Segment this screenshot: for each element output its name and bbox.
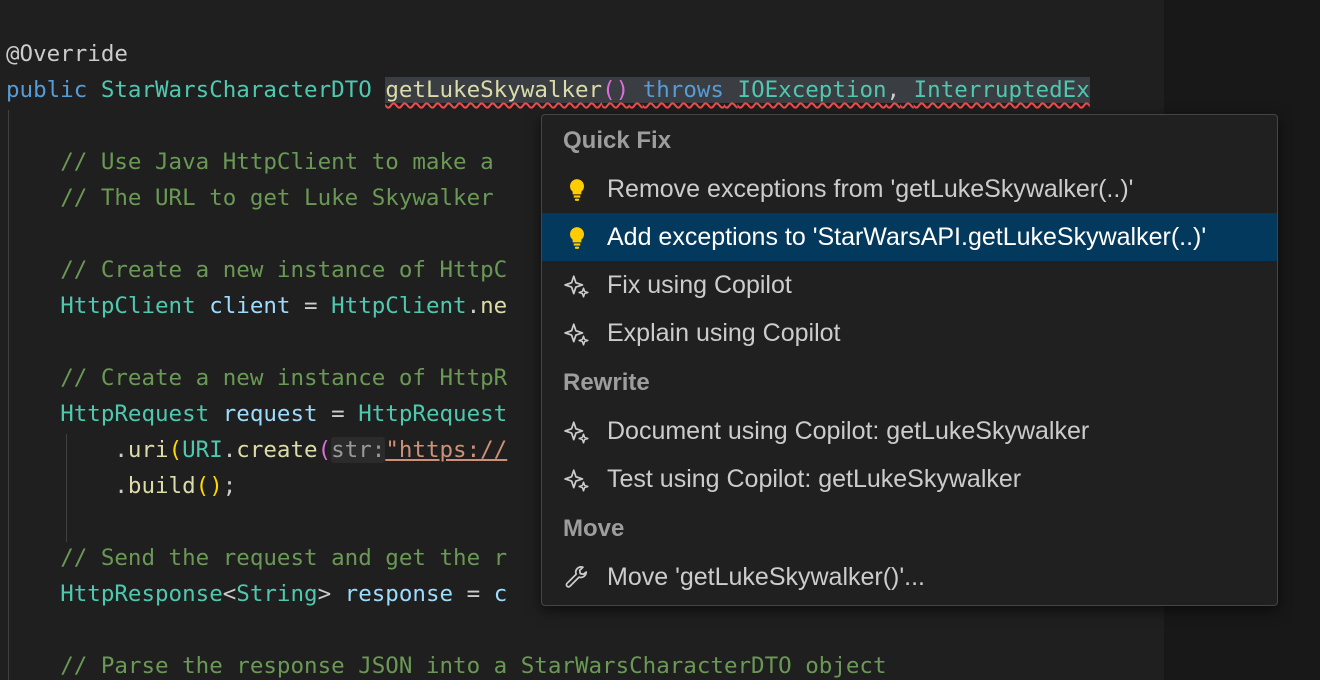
operator: =	[466, 581, 481, 607]
exception-type: InterruptedEx	[913, 77, 1090, 103]
type-name: HttpClient	[331, 293, 467, 319]
menu-item-label: Fix using Copilot	[607, 271, 792, 299]
operator: =	[331, 401, 345, 427]
type-name: URI	[182, 437, 223, 463]
method-parens: ()	[602, 77, 630, 103]
paren: (	[317, 437, 332, 463]
keyword-public: public	[6, 77, 88, 103]
type-name: String	[236, 581, 318, 607]
variable-name: client	[209, 293, 291, 319]
wrench-icon	[565, 566, 588, 588]
method-call: uri	[127, 437, 169, 463]
code-comment: // Create a new instance of HttpR	[60, 365, 508, 391]
dot: .	[222, 437, 237, 463]
sparkle-icon	[564, 323, 589, 346]
menu-item-label: Move 'getLukeSkywalker()'...	[607, 563, 925, 591]
menu-item-explain-using-copilot[interactable]: Explain using Copilot	[542, 309, 1277, 357]
operator: =	[304, 293, 318, 319]
menu-item-label: Add exceptions to 'StarWarsAPI.getLukeSk…	[607, 223, 1207, 251]
section-header-rewrite: Rewrite	[563, 369, 650, 396]
method-call: ne	[480, 293, 508, 319]
code-line: // Parse the response JSON into a StarWa…	[6, 648, 887, 680]
return-type: StarWarsCharacterDTO	[100, 77, 372, 103]
variable-name: request	[222, 401, 318, 427]
variable-name: response	[344, 581, 454, 607]
keyword-throws: throws	[642, 77, 724, 103]
menu-item-label: Remove exceptions from 'getLukeSkywalker…	[607, 175, 1134, 203]
lightbulb-icon	[569, 179, 585, 201]
menu-item-document-using-copilot[interactable]: Document using Copilot: getLukeSkywalker	[542, 407, 1277, 455]
code-comment: // The URL to get Luke Skywalker	[60, 185, 494, 211]
method-call: create	[236, 437, 318, 463]
dot: .	[466, 293, 481, 319]
code-line: .build();	[6, 468, 236, 504]
code-line: // Use Java HttpClient to make a	[6, 144, 494, 180]
semicolon: ;	[222, 473, 237, 499]
code-line: @Override	[6, 36, 128, 72]
paren: (	[168, 437, 183, 463]
operator: >	[317, 581, 332, 607]
type-name: HttpRequest	[60, 401, 210, 427]
parens: ()	[195, 473, 223, 499]
code-line: HttpRequest request = HttpRequest	[6, 396, 507, 432]
type-name: HttpResponse	[60, 581, 223, 607]
annotation: @Override	[6, 41, 128, 67]
sparkle-icon	[564, 275, 589, 298]
sparkle-icon	[564, 421, 589, 444]
method-name: getLukeSkywalker	[385, 77, 603, 103]
string-literal[interactable]: "https://	[385, 437, 507, 463]
section-header-move: Move	[563, 515, 625, 542]
exception-type: IOException	[737, 77, 887, 103]
code-line: .uri(URI.create(str:"https://	[6, 432, 507, 468]
comma: ,	[886, 77, 901, 103]
menu-item-label: Test using Copilot: getLukeSkywalker	[607, 465, 1022, 493]
code-line: // The URL to get Luke Skywalker	[6, 180, 494, 216]
sparkle-icon	[564, 469, 589, 492]
section-header-quick-fix: Quick Fix	[563, 127, 672, 154]
code-line-signature: public StarWarsCharacterDTO getLukeSkywa…	[6, 72, 1090, 108]
type-name: HttpClient	[60, 293, 196, 319]
menu-item-fix-using-copilot[interactable]: Fix using Copilot	[542, 261, 1277, 309]
code-comment: // Send the request and get the r	[60, 545, 508, 571]
variable-name: c	[493, 581, 508, 607]
type-name: HttpRequest	[358, 401, 508, 427]
code-line: // Send the request and get the r	[6, 540, 507, 576]
code-line: HttpResponse<String> response = c	[6, 576, 507, 612]
menu-item-test-using-copilot[interactable]: Test using Copilot: getLukeSkywalker	[542, 455, 1277, 503]
menu-item-remove-exceptions[interactable]: Remove exceptions from 'getLukeSkywalker…	[542, 165, 1277, 213]
method-call: build	[127, 473, 196, 499]
code-line: HttpClient client = HttpClient.ne	[6, 288, 507, 324]
inlay-hint: str:	[331, 437, 386, 463]
operator: <	[222, 581, 237, 607]
code-line: // Create a new instance of HttpC	[6, 252, 507, 288]
menu-item-label: Explain using Copilot	[607, 319, 841, 347]
code-comment: // Parse the response JSON into a StarWa…	[60, 653, 887, 679]
quick-fix-menu: Quick Fix Remove exceptions from 'getLuk…	[541, 114, 1278, 606]
code-comment: // Use Java HttpClient to make a	[60, 149, 494, 175]
code-comment: // Create a new instance of HttpC	[60, 257, 508, 283]
menu-item-add-exceptions[interactable]: Add exceptions to 'StarWarsAPI.getLukeSk…	[542, 213, 1277, 261]
code-line: // Create a new instance of HttpR	[6, 360, 507, 396]
dot: .	[114, 473, 128, 499]
menu-item-label: Document using Copilot: getLukeSkywalker	[607, 417, 1090, 445]
lightbulb-icon	[569, 227, 585, 249]
error-range[interactable]: getLukeSkywalker() throws IOException, I…	[385, 77, 1090, 103]
dot: .	[114, 437, 128, 463]
menu-item-move-method[interactable]: Move 'getLukeSkywalker()'...	[542, 553, 1277, 601]
